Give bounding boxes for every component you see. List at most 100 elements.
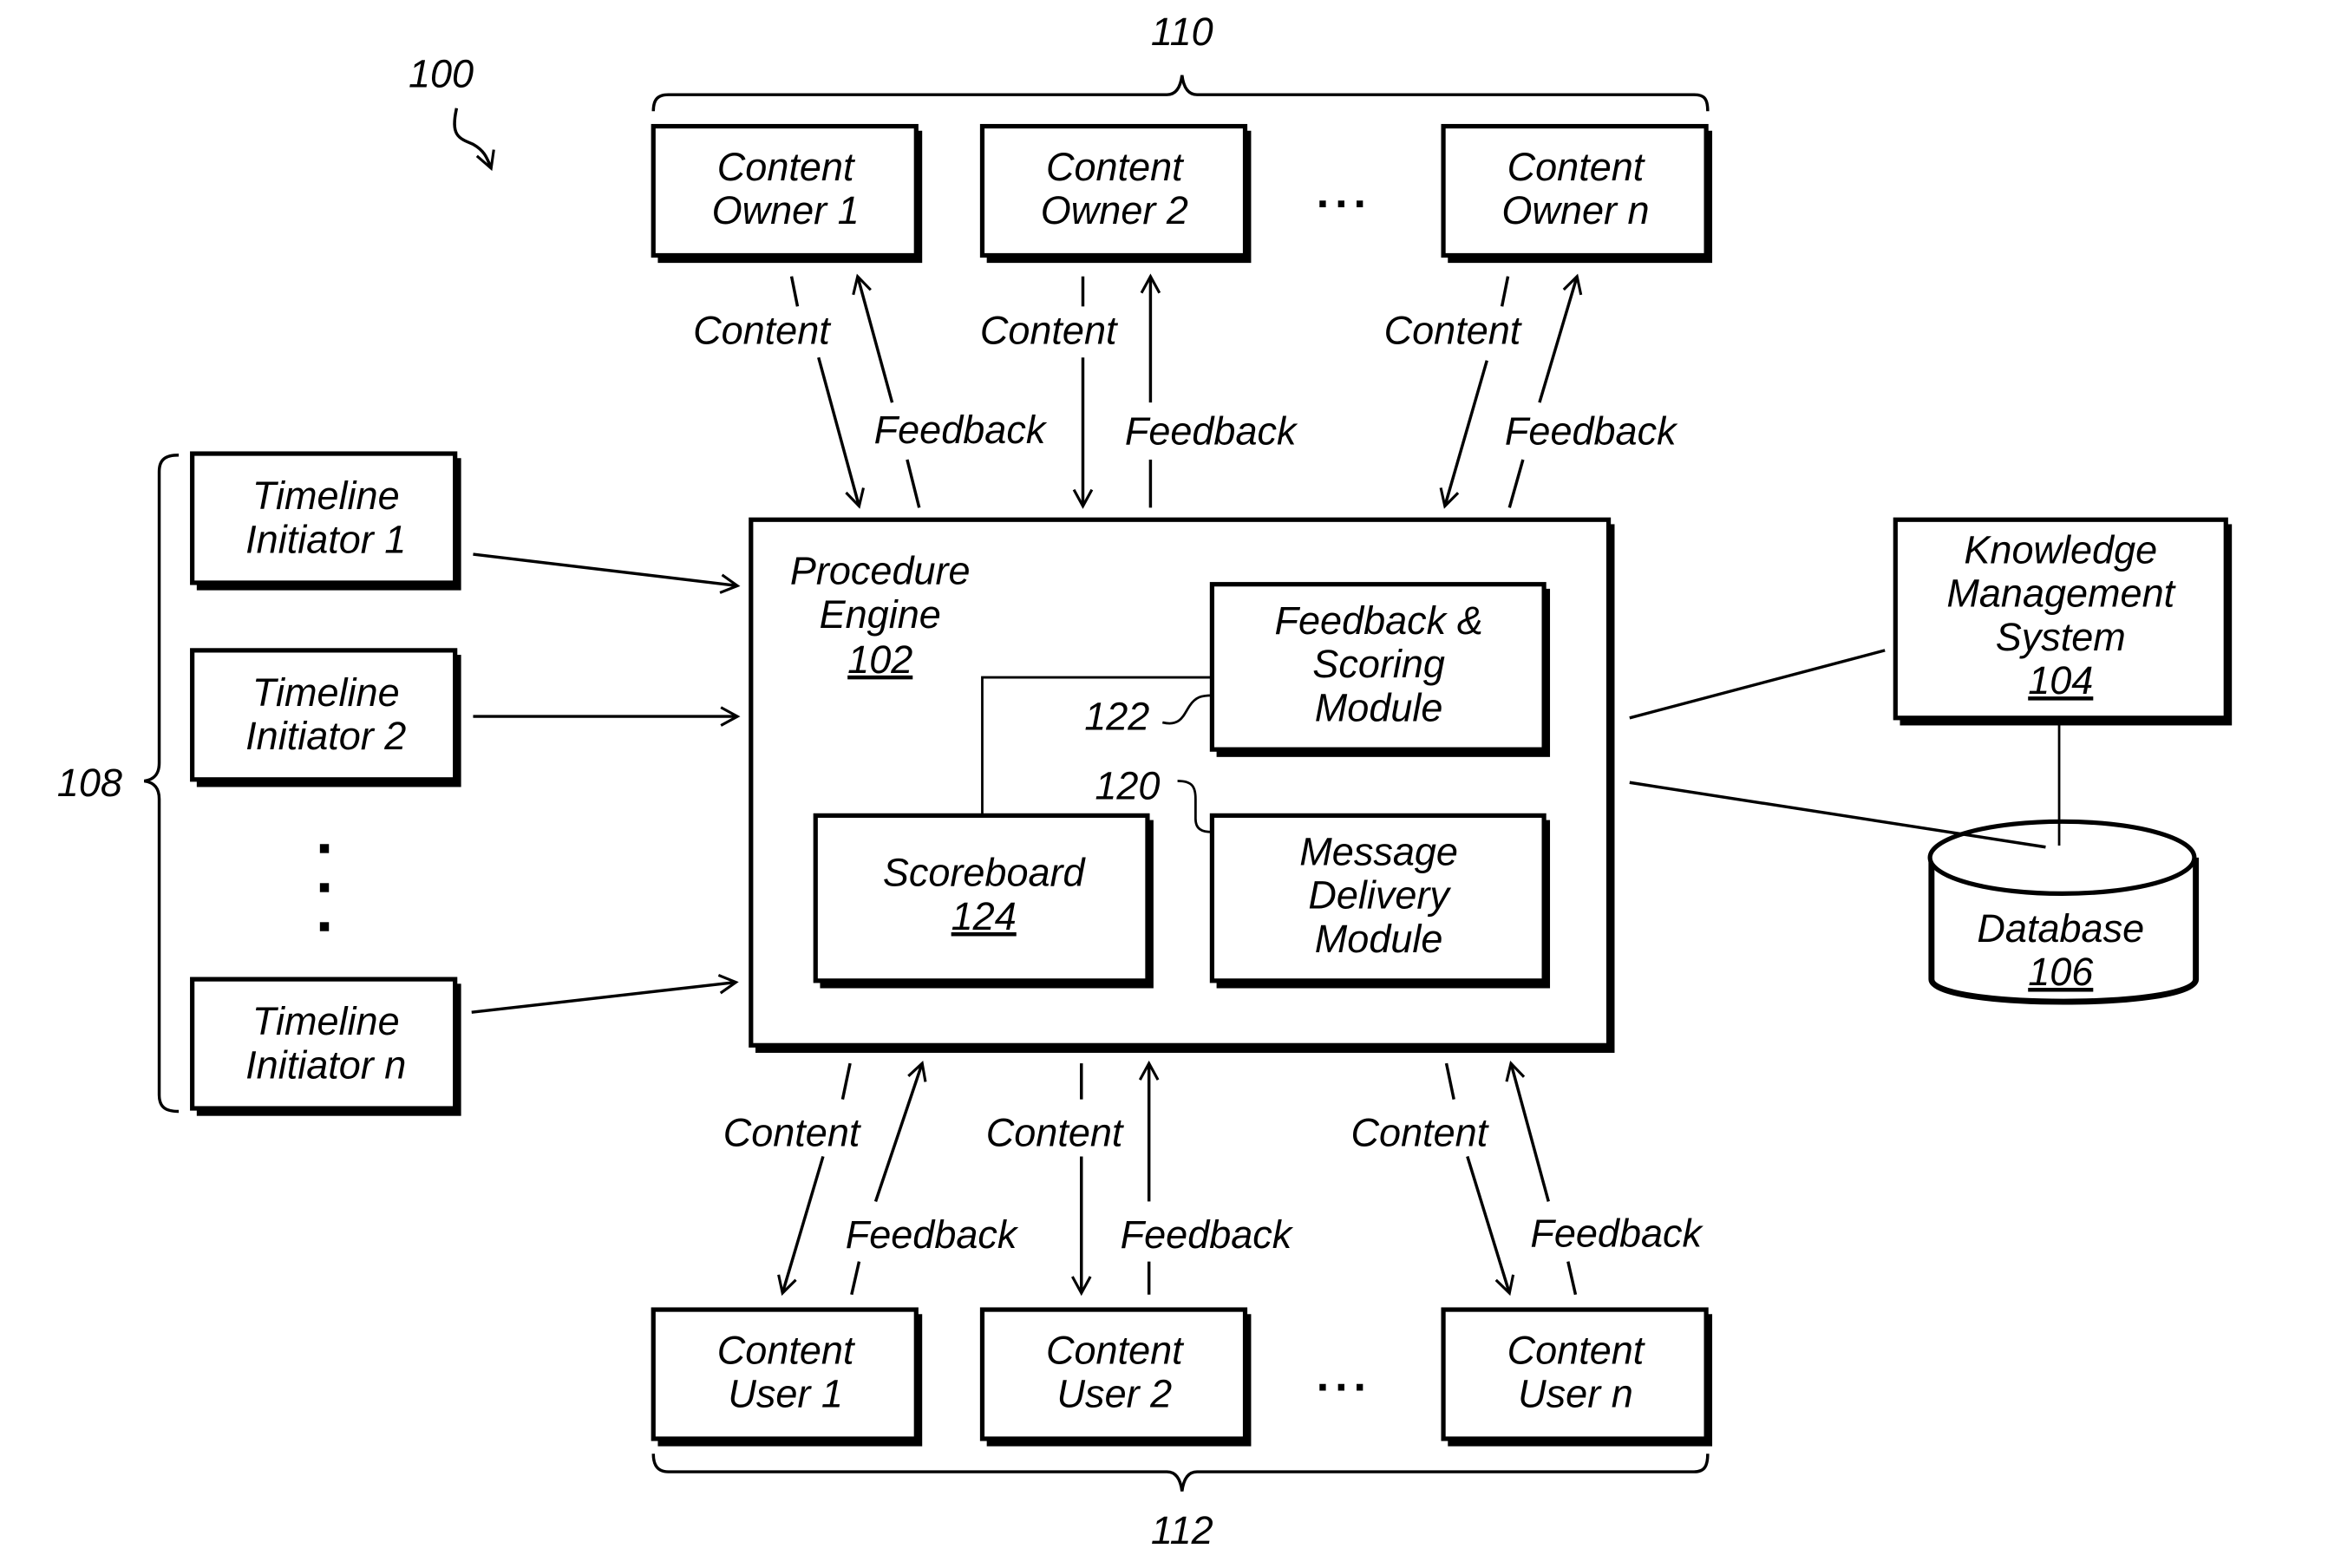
initiator-1-arrow bbox=[473, 552, 741, 594]
owner-1-content-label: Content bbox=[693, 309, 832, 353]
feedback-scoring-module-line2: Scoring bbox=[1312, 642, 1445, 686]
feedback-scoring-module[interactable]: Feedback & Scoring Module bbox=[1209, 582, 1551, 757]
user-1-content-arrow bbox=[777, 1155, 825, 1297]
content-owner-1-line1: Content bbox=[717, 145, 856, 189]
timeline-initiator-2[interactable]: Timeline Initiator 2 bbox=[190, 648, 461, 787]
scoreboard-line1: Scoreboard bbox=[883, 851, 1087, 895]
user-n-feedback-label: Feedback bbox=[1530, 1211, 1703, 1255]
scoreboard-ref: 124 bbox=[951, 894, 1017, 938]
owner-1-feedback-arrow-bottom bbox=[906, 459, 921, 508]
content-owner-n-line2: Owner n bbox=[1501, 188, 1649, 232]
timeline-initiator-1[interactable]: Timeline Initiator 1 bbox=[190, 451, 461, 591]
content-owners-group-ref: 110 bbox=[1151, 10, 1213, 54]
content-user-1[interactable]: Content User 1 bbox=[651, 1307, 923, 1447]
kms-line2: Management bbox=[1946, 572, 2176, 616]
content-users-group-ref: 112 bbox=[1151, 1508, 1213, 1552]
content-user-2[interactable]: Content User 2 bbox=[979, 1307, 1252, 1447]
content-owners-brace bbox=[651, 75, 1710, 112]
content-owner-n-line1: Content bbox=[1507, 145, 1646, 189]
content-user-n-line1: Content bbox=[1507, 1328, 1646, 1372]
owner-2-feedback-label: Feedback bbox=[1125, 409, 1298, 454]
content-user-1-line2: User 1 bbox=[728, 1372, 843, 1416]
content-owner-1-line2: Owner 1 bbox=[712, 188, 860, 232]
figure-ref-squiggle bbox=[453, 108, 495, 172]
database[interactable]: Database 106 bbox=[1927, 819, 2200, 1005]
procedure-engine-line2: Engine bbox=[820, 592, 941, 637]
content-owner-2[interactable]: Content Owner 2 bbox=[979, 123, 1252, 264]
timeline-initiator-1-line2: Initiator 1 bbox=[245, 517, 406, 561]
kms-ref: 104 bbox=[2028, 658, 2093, 702]
system-diagram: 100 110 Content Owner 1 Content Owner 2 … bbox=[57, 10, 2233, 1552]
owner-1-feedback-label: Feedback bbox=[874, 408, 1048, 452]
owner-1-content-arrow-top bbox=[789, 276, 800, 307]
owner-1-feedback-arrow bbox=[852, 273, 894, 403]
message-delivery-module-ref: 120 bbox=[1095, 763, 1160, 807]
user-n-feedback-arrow-bottom bbox=[1566, 1261, 1578, 1296]
owner-n-content-arrow bbox=[1439, 360, 1488, 509]
engine-database-connector bbox=[1629, 781, 2046, 849]
content-user-n[interactable]: Content User n bbox=[1441, 1307, 1713, 1447]
database-ref: 106 bbox=[2028, 950, 2094, 994]
database-line1: Database bbox=[1977, 906, 2144, 951]
user-n-flows: Content Feedback bbox=[1351, 1060, 1704, 1297]
owner-n-content-label: Content bbox=[1384, 309, 1523, 353]
timeline-initiators-brace bbox=[143, 454, 180, 1114]
timeline-initiators-vertical-ellipsis bbox=[319, 844, 330, 931]
content-users-ellipsis: ... bbox=[1317, 1351, 1372, 1401]
timeline-initiator-2-line2: Initiator 2 bbox=[245, 714, 406, 758]
figure-ref-label: 100 bbox=[409, 52, 474, 96]
content-user-2-line1: Content bbox=[1046, 1328, 1185, 1372]
content-users-brace bbox=[651, 1454, 1710, 1492]
timeline-initiator-n[interactable]: Timeline Initiator n bbox=[190, 977, 461, 1116]
message-delivery-module-line2: Delivery bbox=[1308, 873, 1451, 918]
timeline-initiator-n-line1: Timeline bbox=[252, 999, 400, 1043]
engine-kms-connector bbox=[1629, 649, 1886, 720]
timeline-initiator-n-line2: Initiator n bbox=[245, 1042, 406, 1087]
timeline-initiator-2-line1: Timeline bbox=[252, 670, 400, 715]
user-1-feedback-arrow bbox=[873, 1060, 927, 1202]
user-1-content-label: Content bbox=[723, 1110, 862, 1154]
content-user-2-line2: User 2 bbox=[1057, 1372, 1173, 1416]
user-n-content-arrow bbox=[1466, 1155, 1515, 1297]
kms-line1: Knowledge bbox=[1964, 527, 2157, 572]
owner-n-feedback-label: Feedback bbox=[1505, 409, 1678, 454]
owner-n-content-arrow-top bbox=[1500, 276, 1510, 307]
owner-n-feedback-arrow-bottom bbox=[1507, 459, 1525, 508]
owner-2-flows: Content Feedback bbox=[980, 273, 1298, 509]
initiator-n-arrow bbox=[471, 973, 739, 1014]
owner-n-flows: Content Feedback bbox=[1384, 273, 1678, 509]
feedback-scoring-module-line1: Feedback & bbox=[1275, 598, 1483, 643]
user-1-feedback-arrow-bottom bbox=[850, 1261, 861, 1296]
timeline-initiator-1-line1: Timeline bbox=[252, 474, 400, 518]
procedure-engine-ref: 102 bbox=[847, 637, 912, 682]
message-delivery-module-line1: Message bbox=[1299, 830, 1458, 874]
owner-2-content-label: Content bbox=[980, 309, 1119, 353]
knowledge-management-system[interactable]: Knowledge Management System 104 bbox=[1893, 517, 2233, 726]
content-user-1-line1: Content bbox=[717, 1328, 856, 1372]
content-owner-2-line2: Owner 2 bbox=[1041, 188, 1188, 232]
user-2-content-label: Content bbox=[986, 1110, 1125, 1154]
timeline-initiators-group-ref: 108 bbox=[57, 761, 122, 805]
message-delivery-module[interactable]: Message Delivery Module bbox=[1209, 813, 1551, 989]
user-1-content-arrow-top bbox=[840, 1062, 852, 1100]
content-user-n-line2: User n bbox=[1518, 1372, 1633, 1416]
user-n-content-label: Content bbox=[1351, 1110, 1490, 1154]
feedback-scoring-module-ref: 122 bbox=[1084, 695, 1149, 739]
user-1-feedback-label: Feedback bbox=[846, 1212, 1019, 1257]
owner-1-content-arrow bbox=[817, 356, 866, 509]
user-n-feedback-arrow bbox=[1505, 1060, 1550, 1202]
user-1-flows: Content Feedback bbox=[723, 1060, 1019, 1297]
content-owners-ellipsis: ... bbox=[1317, 167, 1372, 218]
owner-n-feedback-arrow bbox=[1538, 273, 1583, 403]
content-owner-1[interactable]: Content Owner 1 bbox=[651, 123, 923, 264]
message-delivery-module-line3: Module bbox=[1315, 917, 1443, 961]
user-2-flows: Content Feedback bbox=[986, 1060, 1294, 1297]
content-owner-2-line1: Content bbox=[1046, 145, 1185, 189]
user-n-content-arrow-top bbox=[1444, 1062, 1455, 1100]
feedback-scoring-module-line3: Module bbox=[1315, 685, 1443, 729]
scoreboard[interactable]: Scoreboard 124 bbox=[813, 813, 1154, 989]
content-owner-n[interactable]: Content Owner n bbox=[1441, 123, 1713, 264]
procedure-engine-line1: Procedure bbox=[790, 549, 971, 593]
user-2-feedback-label: Feedback bbox=[1121, 1212, 1294, 1257]
kms-line3: System bbox=[1996, 615, 2126, 659]
